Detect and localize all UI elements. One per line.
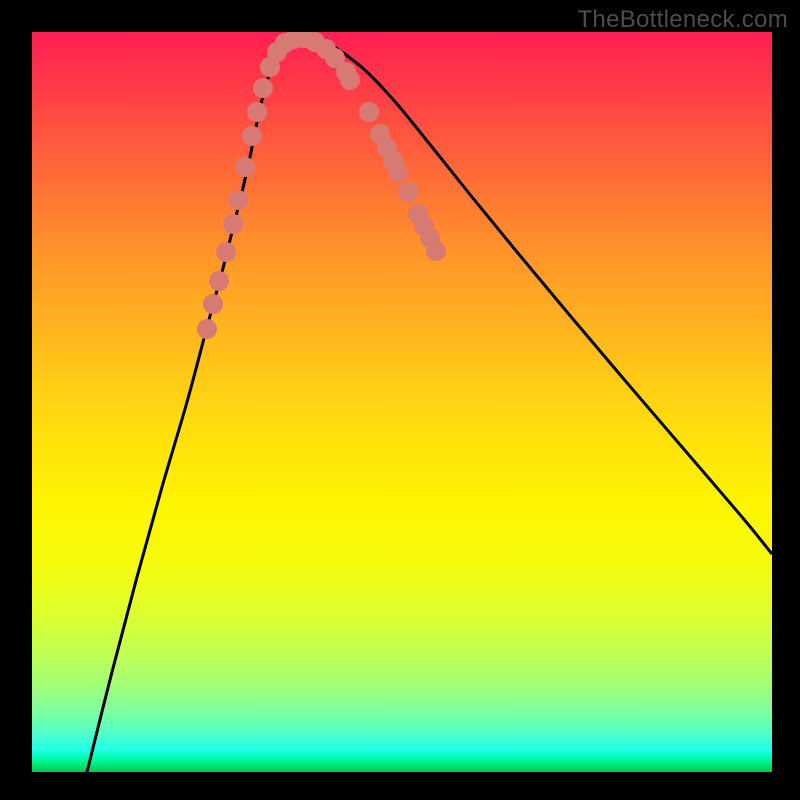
bottleneck-curve bbox=[87, 37, 772, 772]
marker-point bbox=[359, 102, 379, 122]
marker-point bbox=[197, 319, 217, 339]
marker-point bbox=[223, 214, 243, 234]
markers-group bbox=[197, 32, 446, 339]
marker-point bbox=[398, 182, 418, 202]
plot-area bbox=[32, 32, 772, 772]
chart-container: TheBottleneck.com bbox=[0, 0, 800, 800]
marker-point bbox=[216, 242, 236, 262]
marker-point bbox=[235, 157, 255, 177]
marker-point bbox=[388, 162, 408, 182]
marker-point bbox=[340, 70, 360, 90]
watermark-label: TheBottleneck.com bbox=[577, 6, 788, 34]
marker-point bbox=[426, 241, 446, 261]
marker-point bbox=[209, 271, 229, 291]
marker-point bbox=[242, 126, 262, 146]
marker-point bbox=[253, 78, 273, 98]
marker-point bbox=[203, 294, 223, 314]
marker-point bbox=[228, 190, 248, 210]
marker-point bbox=[247, 102, 267, 122]
curve-svg bbox=[32, 32, 772, 772]
